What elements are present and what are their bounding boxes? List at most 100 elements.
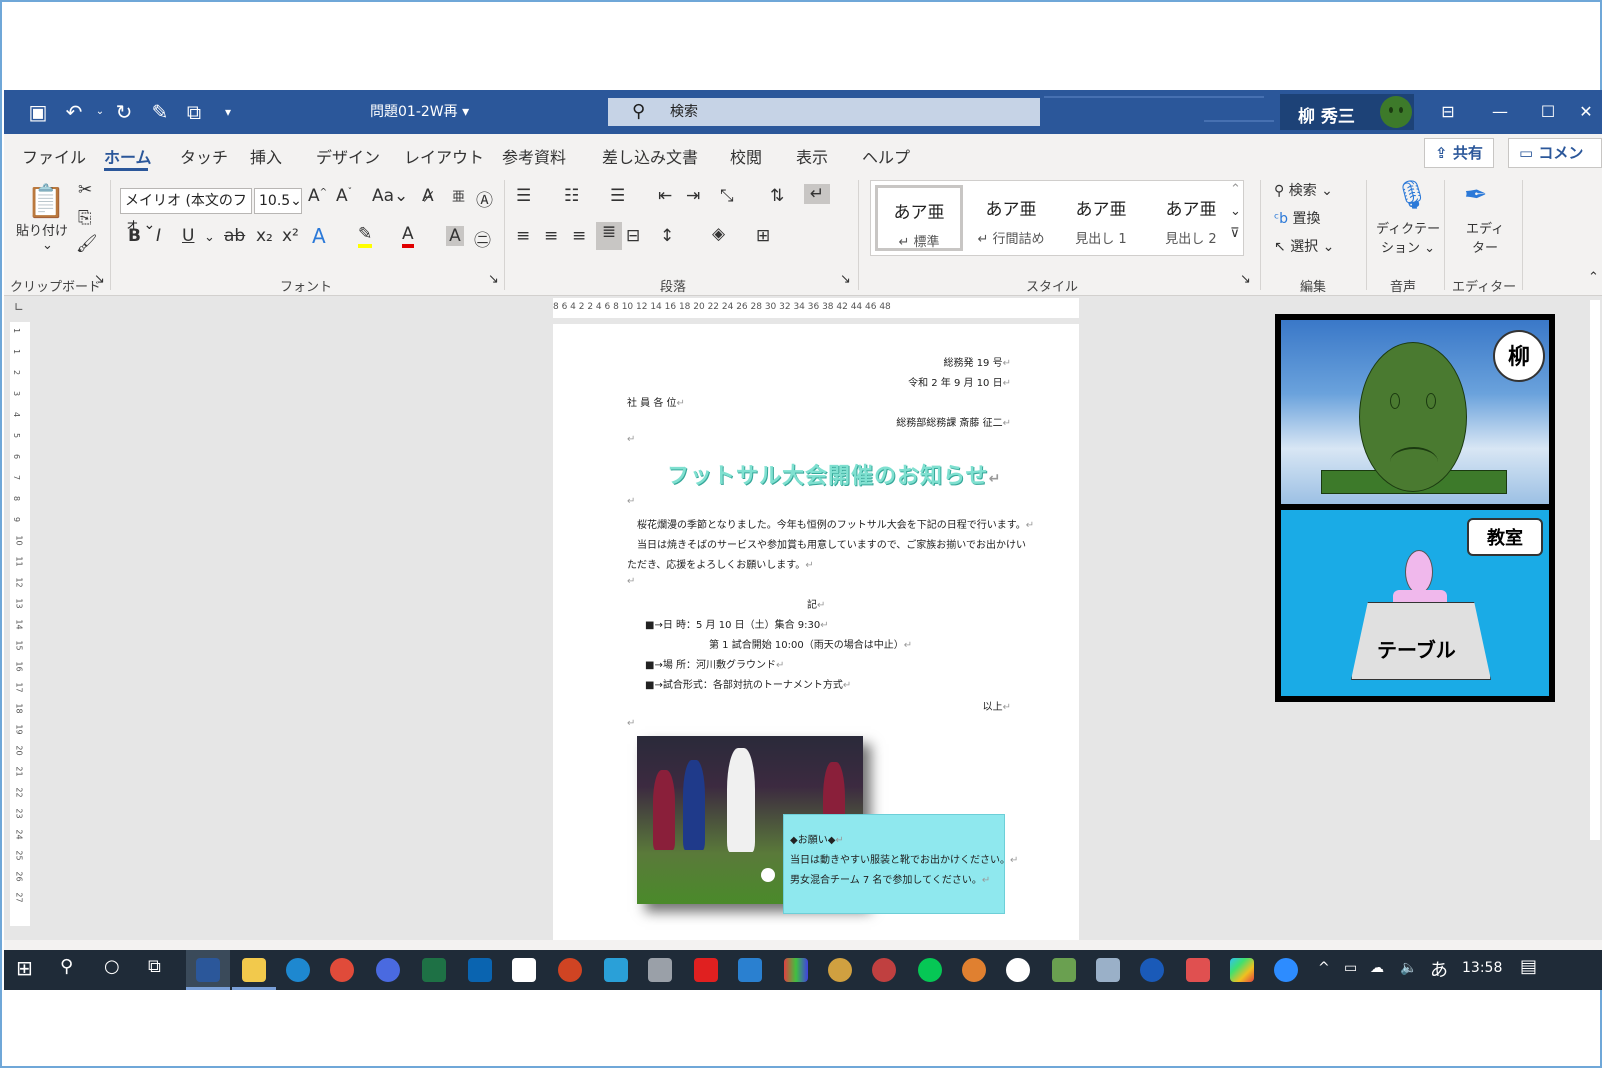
google-icon[interactable] xyxy=(1006,958,1030,982)
app-icon[interactable] xyxy=(648,958,672,982)
replace-button[interactable]: ᶜb 置換 xyxy=(1274,208,1321,228)
customize-toolbar-icon[interactable]: ▾ xyxy=(214,98,242,126)
font-size-field[interactable]: 10.5⌄ xyxy=(254,188,302,214)
play-store-icon[interactable] xyxy=(1230,958,1254,982)
font-color-icon[interactable]: A xyxy=(402,224,414,248)
select-button[interactable]: ↖ 選択 ⌄ xyxy=(1274,236,1334,256)
ime-indicator[interactable]: あ xyxy=(1430,956,1448,982)
collapse-ribbon-icon[interactable]: ⌃ xyxy=(1588,270,1599,285)
notifications-icon[interactable]: ▤ xyxy=(1520,956,1537,977)
show-marks-icon[interactable]: ↵ xyxy=(804,184,830,204)
clock[interactable]: 13:58 xyxy=(1462,960,1502,976)
borders-icon[interactable]: ⊞ xyxy=(756,226,770,246)
share-button[interactable]: ⇪ 共有 xyxy=(1424,138,1494,168)
change-case-button[interactable]: Aa⌄ xyxy=(372,186,408,206)
line-icon[interactable] xyxy=(918,958,942,982)
tab-view[interactable]: 表示 xyxy=(796,144,828,168)
form-icon[interactable]: ✎ xyxy=(146,98,174,126)
underline-dropdown-icon[interactable]: ⌄ xyxy=(204,230,215,245)
search-input[interactable]: ⚲ 検索 xyxy=(608,98,1040,126)
style-no-spacing[interactable]: あア亜 ↵ 行間詰め xyxy=(967,185,1055,251)
bullets-icon[interactable]: ☰ xyxy=(516,186,531,206)
distributed-icon[interactable]: ⊟ xyxy=(626,226,640,246)
cortana-icon[interactable]: ○ xyxy=(104,956,120,977)
cut-icon[interactable]: ✂ xyxy=(78,180,92,200)
style-normal[interactable]: あア亜 ↵ 標準 xyxy=(875,185,963,251)
tab-references[interactable]: 参考資料 xyxy=(502,144,566,168)
styles-scroll-down-icon[interactable]: ⌄ xyxy=(1230,204,1241,219)
justify-icon[interactable]: ≣ xyxy=(596,222,622,250)
close-icon[interactable]: ✕ xyxy=(1570,98,1602,126)
search-icon[interactable]: ⚲ xyxy=(60,956,73,977)
paste-button[interactable]: 貼り付け xyxy=(16,220,68,239)
tab-design[interactable]: デザイン xyxy=(316,144,380,168)
align-right-icon[interactable]: ≡ xyxy=(572,226,586,246)
decrease-indent-icon[interactable]: ⇤ xyxy=(658,186,672,206)
font-launcher-icon[interactable]: ↘ xyxy=(488,272,499,287)
edit-image-icon[interactable]: ⧉ xyxy=(180,98,208,126)
scrollbar[interactable] xyxy=(1590,300,1600,840)
save-icon[interactable]: ▣ xyxy=(24,98,52,126)
app-icon[interactable] xyxy=(1096,958,1120,982)
account-area[interactable]: 柳 秀三 xyxy=(1280,94,1414,130)
chevron-up-icon[interactable]: ^ xyxy=(1318,960,1330,976)
edge-icon[interactable] xyxy=(286,958,310,982)
tab-help[interactable]: ヘルプ xyxy=(862,144,910,168)
format-painter-icon[interactable]: 🖌 xyxy=(76,234,98,254)
explorer-taskbar-button[interactable] xyxy=(232,950,276,990)
app-icon[interactable] xyxy=(872,958,896,982)
undo-icon[interactable]: ↶ xyxy=(60,98,88,126)
document-title[interactable]: 問題01-2W再 ▾ xyxy=(370,101,469,121)
styles-launcher-icon[interactable]: ↘ xyxy=(1240,272,1251,287)
outlook-icon[interactable] xyxy=(468,958,492,982)
bold-icon[interactable]: B xyxy=(128,226,141,246)
shading-icon[interactable]: ◈ xyxy=(712,224,725,244)
style-heading-2[interactable]: あア亜 見出し 2 xyxy=(1147,185,1235,251)
strikethrough-icon[interactable]: ab xyxy=(224,226,245,246)
sort-icon[interactable]: ⇅ xyxy=(770,186,784,206)
tab-file[interactable]: ファイル xyxy=(22,144,86,168)
phonetic-guide-icon[interactable]: 亜 xyxy=(452,186,465,205)
vertical-ruler[interactable]: 1 1 2 3 4 5 6 7 8 9 10 11 12 13 14 15 16 17 18 19 20 21 22 23 24… xyxy=(10,322,30,926)
app-icon[interactable] xyxy=(604,958,628,982)
styles-expand-icon[interactable]: ⊽ xyxy=(1230,226,1240,241)
cloud-icon[interactable]: ☁ xyxy=(1370,960,1384,976)
tab-insert[interactable]: 挿入 xyxy=(250,144,282,168)
app-icon[interactable] xyxy=(962,958,986,982)
powerpoint-icon[interactable] xyxy=(558,958,582,982)
zoom-icon[interactable] xyxy=(1274,958,1298,982)
multilevel-list-icon[interactable]: ☰ xyxy=(610,186,625,206)
photos-icon[interactable] xyxy=(738,958,762,982)
character-shading-icon[interactable]: A xyxy=(446,226,464,246)
character-border-icon[interactable]: Ⓐ xyxy=(476,186,493,211)
youtube-icon[interactable] xyxy=(694,958,718,982)
paste-dropdown-icon[interactable]: ⌄ xyxy=(42,238,53,253)
volume-icon[interactable]: 🔈 xyxy=(1400,960,1417,976)
maximize-icon[interactable]: ☐ xyxy=(1528,98,1568,126)
clipboard-launcher-icon[interactable]: ↘ xyxy=(94,272,105,287)
redo-icon[interactable]: ↻ xyxy=(110,98,138,126)
font-name-field[interactable]: メイリオ (本文のフォ ⌄ xyxy=(120,188,252,233)
tab-review[interactable]: 校閲 xyxy=(730,144,762,168)
tab-layout[interactable]: レイアウト xyxy=(404,144,484,168)
style-heading-1[interactable]: あア亜 見出し 1 xyxy=(1057,185,1145,251)
grow-font-icon[interactable]: A^ xyxy=(308,186,327,206)
paint-icon[interactable] xyxy=(828,958,852,982)
enclose-characters-icon[interactable]: ㊁ xyxy=(474,226,491,251)
note-textbox[interactable]: ◆お願い◆↵ 当日は動きやすい服装と靴でお出かけください。↵ 男女混合チーム 7… xyxy=(783,814,1018,914)
numbering-icon[interactable]: ☷ xyxy=(564,186,579,206)
align-left-icon[interactable]: ≡ xyxy=(516,226,530,246)
tab-selector-icon[interactable]: ∟ xyxy=(14,300,24,314)
app-icon[interactable] xyxy=(784,958,808,982)
document-page[interactable]: 総務発 19 号↵ 令和 2 年 9 月 10 日↵ 社 員 各 位↵ 総務部総… xyxy=(553,324,1079,940)
styles-scroll-up-icon[interactable]: ⌃ xyxy=(1230,182,1241,197)
dictate-button[interactable]: ディクテー ション ⌄ xyxy=(1376,218,1440,256)
battery-icon[interactable]: ▭ xyxy=(1344,960,1357,976)
superscript-icon[interactable]: x² xyxy=(282,226,299,246)
copy-icon[interactable]: ⎘ xyxy=(78,208,92,228)
amazon-icon[interactable] xyxy=(512,958,536,982)
ribbon-display-icon[interactable]: ⊟ xyxy=(1428,98,1468,126)
find-button[interactable]: ⚲ 検索 ⌄ xyxy=(1274,180,1333,200)
highlight-icon[interactable]: ✎ xyxy=(358,224,373,248)
align-center-icon[interactable]: ≡ xyxy=(544,226,558,246)
